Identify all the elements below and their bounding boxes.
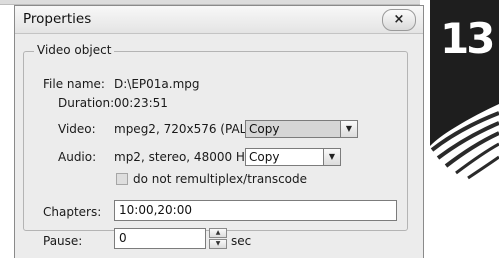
chevron-down-icon[interactable]: ▼ xyxy=(323,148,341,166)
remux-checkbox-label[interactable]: do not remultiplex/transcode xyxy=(133,172,307,186)
audio-info: mp2, stereo, 48000 Hz xyxy=(114,150,252,164)
audio-codec-select[interactable]: Copy ▼ xyxy=(245,148,341,166)
chapters-input[interactable]: 10:00,20:00 xyxy=(114,200,397,221)
pause-unit: sec xyxy=(231,234,252,248)
dialog-title: Properties xyxy=(23,11,92,27)
duration-value: 00:23:51 xyxy=(114,96,168,110)
remux-checkbox[interactable] xyxy=(116,173,128,185)
close-button[interactable]: × xyxy=(382,9,416,31)
chapter-number: 13 xyxy=(440,14,495,63)
file-name-label: File name: xyxy=(43,77,105,91)
video-info: mpeg2, 720x576 (PAL) xyxy=(114,122,252,136)
file-name-value: D:\EP01a.mpg xyxy=(114,77,200,91)
title-bar: Properties × xyxy=(15,6,423,34)
properties-dialog: Properties × Video object File name: D:\… xyxy=(14,5,424,258)
close-icon: × xyxy=(393,12,405,27)
chevron-down-icon[interactable]: ▼ xyxy=(340,120,358,138)
video-codec-select[interactable]: Copy ▼ xyxy=(245,120,358,138)
chapters-value: 10:00,20:00 xyxy=(119,203,192,217)
duration-label: Duration: xyxy=(58,96,115,110)
video-label: Video: xyxy=(58,122,96,136)
audio-label: Audio: xyxy=(58,150,97,164)
spin-up-icon[interactable]: ▲ xyxy=(209,228,227,238)
pause-stepper[interactable]: ▲ ▼ xyxy=(209,228,227,249)
pause-label: Pause: xyxy=(43,234,83,248)
spin-down-icon[interactable]: ▼ xyxy=(209,239,227,249)
pause-input[interactable]: 0 xyxy=(114,228,206,249)
video-codec-value: Copy xyxy=(249,122,280,136)
group-title: Video object xyxy=(34,43,115,57)
chapters-label: Chapters: xyxy=(43,205,102,219)
chapter-badge: 13 xyxy=(426,0,499,258)
audio-codec-value: Copy xyxy=(249,150,280,164)
pause-value: 0 xyxy=(119,231,127,245)
